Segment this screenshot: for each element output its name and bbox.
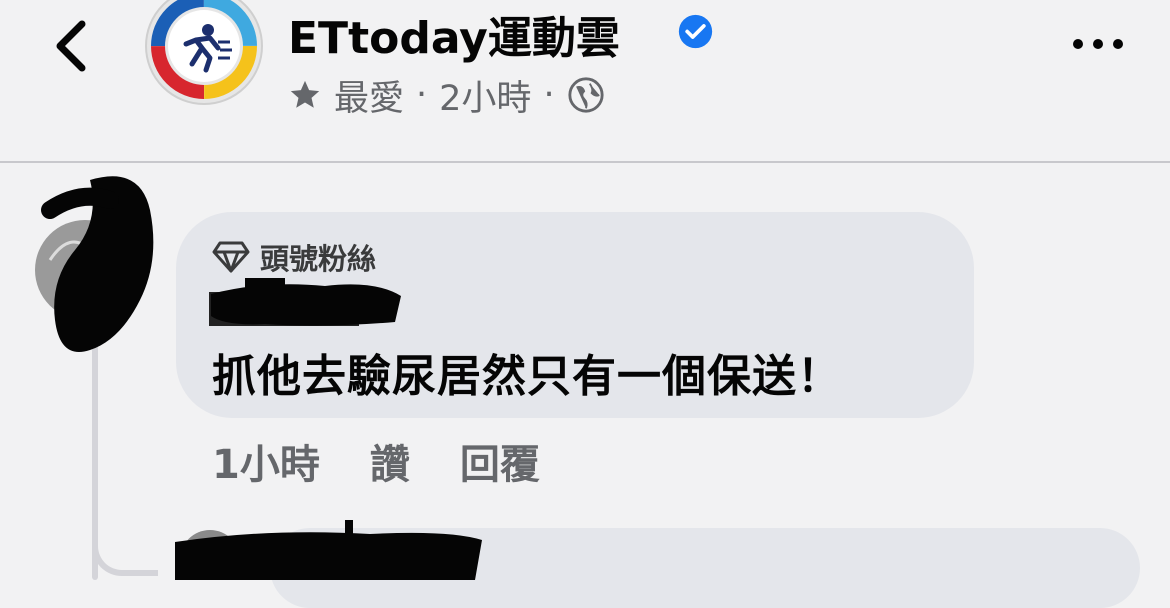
post-meta: 最愛 · 2小時 ·: [288, 70, 605, 120]
reply-button[interactable]: 回覆: [460, 432, 540, 490]
globe-icon: [568, 77, 604, 113]
comment-actions: 1小時 讚 回覆: [212, 432, 590, 490]
back-arrow-icon[interactable]: [48, 18, 98, 74]
comment-time[interactable]: 1小時: [212, 432, 320, 490]
page-name[interactable]: ETtoday運動雲: [288, 2, 620, 66]
comment-text: 抓他去驗尿居然只有一個保送！: [212, 351, 842, 402]
reply-avatar-redacted[interactable]: [170, 520, 500, 580]
star-icon: [290, 80, 320, 108]
like-button[interactable]: 讚: [370, 432, 410, 490]
favorite-label: 最愛: [334, 78, 405, 119]
header-divider: [0, 161, 1170, 163]
meta-separator-2: ·: [543, 75, 555, 115]
commenter-avatar[interactable]: [30, 170, 165, 360]
meta-separator: ·: [416, 75, 428, 115]
verified-badge-icon: [678, 14, 713, 49]
diamond-icon: [212, 241, 250, 273]
post-time[interactable]: 2小時: [439, 70, 531, 121]
more-options-icon[interactable]: [1070, 30, 1126, 58]
page-avatar[interactable]: [144, 0, 264, 106]
post-header: ETtoday運動雲 最愛 · 2小時 ·: [0, 0, 1170, 162]
redacted-commenter-name: [209, 278, 401, 326]
thread-branch: [92, 500, 158, 576]
